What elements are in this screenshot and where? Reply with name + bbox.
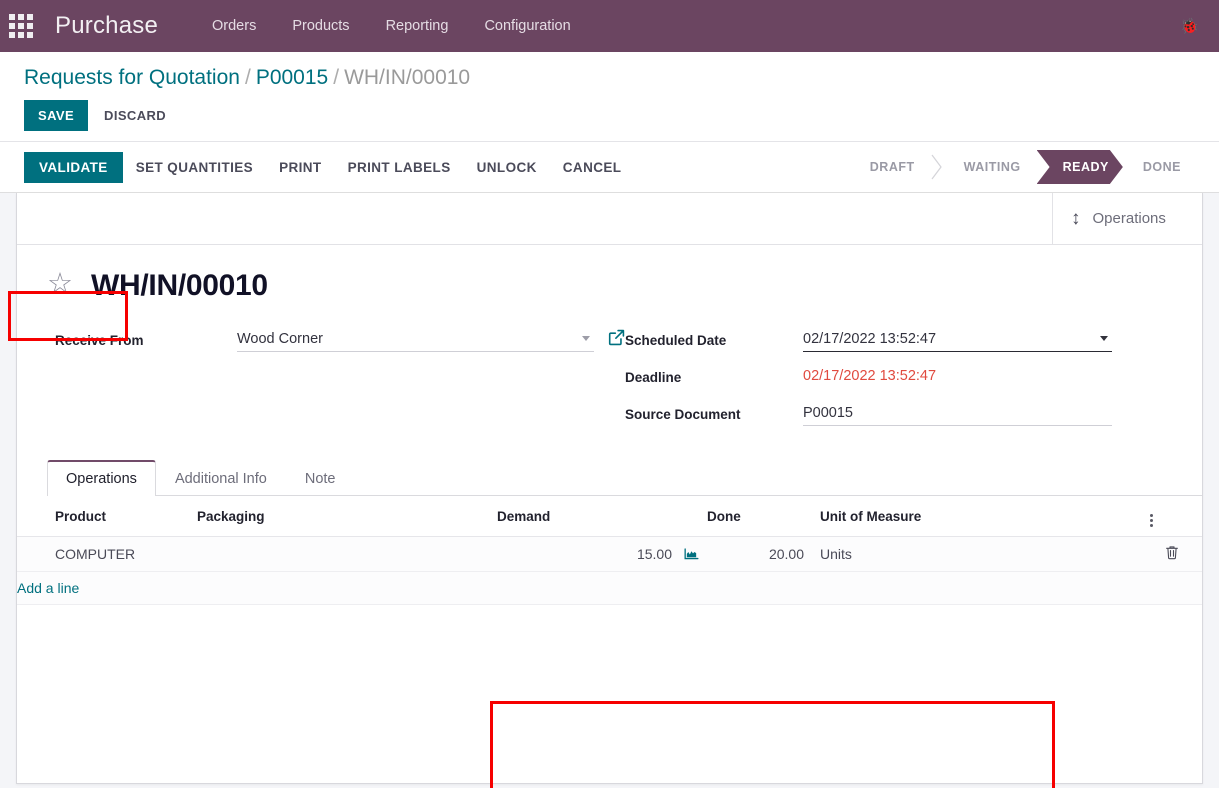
demand-value: 15.00 (636, 546, 672, 562)
add-a-line-link[interactable]: Add a line (17, 580, 79, 596)
page-title: WH/IN/00010 (91, 269, 268, 302)
cancel-button[interactable]: CANCEL (550, 152, 635, 183)
form-fields: Receive From Wood Corner Scheduled Date … (17, 307, 1202, 440)
table-header-row: Product Packaging Demand Done Unit of Me… (17, 496, 1202, 537)
scheduled-date-input[interactable] (803, 329, 1112, 352)
star-outline-icon[interactable]: ☆ (47, 269, 73, 299)
stat-button-operations[interactable]: ↕ Operations (1052, 193, 1202, 244)
field-label-deadline: Deadline (625, 370, 682, 385)
field-label-receive-from: Receive From (55, 333, 144, 348)
trash-icon[interactable] (1165, 546, 1179, 563)
form-sheet: ↕ Operations ☆ WH/IN/00010 Receive From (16, 193, 1203, 788)
field-label-source-document: Source Document (625, 407, 741, 422)
form-sheet-container: ↕ Operations ☆ WH/IN/00010 Receive From (0, 193, 1219, 788)
tab-additional-info[interactable]: Additional Info (156, 460, 286, 496)
navbar-right-group: 🐞 (1180, 19, 1205, 34)
column-header-done[interactable]: Done (707, 496, 812, 537)
column-header-unit-of-measure[interactable]: Unit of Measure (812, 496, 1150, 537)
source-document-input[interactable] (803, 403, 1112, 426)
status-ready[interactable]: READY (1037, 150, 1123, 184)
cell-product[interactable]: COMPUTER (17, 536, 197, 572)
save-button[interactable]: SAVE (24, 100, 89, 131)
action-button-bar: VALIDATE SET QUANTITIES PRINT PRINT LABE… (0, 141, 1219, 341)
field-deadline: Deadline 02/17/2022 13:52:47 (625, 366, 1112, 392)
apps-grid-glyph (9, 14, 33, 38)
breadcrumb-item-requests-for-quotation[interactable]: Requests for Quotation (24, 66, 240, 89)
add-line-cell[interactable]: Add a line (17, 571, 1202, 605)
nav-menu-configuration[interactable]: Configuration (466, 0, 588, 52)
notebook: Operations Additional Info Note Product … (17, 460, 1202, 605)
tab-operations[interactable]: Operations (47, 460, 156, 496)
top-navbar: Purchase Orders Products Reporting Confi… (0, 0, 1219, 52)
table-row[interactable]: COMPUTER 15.00 20.00 Units (17, 536, 1202, 572)
unlock-button[interactable]: UNLOCK (464, 152, 550, 183)
nav-menu-orders[interactable]: Orders (194, 0, 274, 52)
vertical-dots-icon[interactable] (1150, 514, 1153, 527)
tab-note[interactable]: Note (286, 460, 355, 496)
set-quantities-button[interactable]: SET QUANTITIES (123, 152, 266, 183)
apps-grid-icon[interactable] (0, 0, 42, 52)
breadcrumb-current-record: WH/IN/00010 (344, 66, 471, 89)
arrows-up-down-icon: ↕ (1071, 208, 1081, 229)
add-line-row[interactable]: Add a line (17, 571, 1202, 605)
deadline-value: 02/17/2022 13:52:47 (803, 368, 937, 384)
notebook-tabs: Operations Additional Info Note (47, 460, 1202, 496)
breadcrumb-separator-1: / (244, 66, 251, 89)
external-link-icon[interactable] (608, 329, 625, 351)
column-header-packaging[interactable]: Packaging (197, 496, 497, 537)
stat-button-box: ↕ Operations (17, 193, 1202, 245)
form-column-left: Receive From (55, 329, 625, 440)
cell-demand[interactable]: 15.00 (497, 536, 707, 572)
cell-packaging[interactable] (197, 536, 497, 572)
field-value-source-document (803, 403, 1112, 426)
status-waiting[interactable]: WAITING (944, 150, 1037, 184)
status-done[interactable]: DONE (1123, 150, 1197, 184)
validate-button[interactable]: VALIDATE (24, 151, 123, 183)
breadcrumb-separator-2: / (333, 66, 340, 89)
field-scheduled-date: Scheduled Date (625, 329, 1112, 355)
operations-lines: Product Packaging Demand Done Unit of Me… (17, 496, 1202, 605)
breadcrumb: Requests for Quotation / P00015/WH/IN/0001… (0, 52, 1219, 94)
status-chevron-1 (931, 150, 944, 184)
app-brand-title[interactable]: Purchase (55, 12, 158, 40)
status-bar: DRAFT WAITING READY DONE (850, 150, 1219, 184)
status-draft[interactable]: DRAFT (850, 150, 931, 184)
cell-done[interactable]: 20.00 (707, 536, 812, 572)
column-header-product[interactable]: Product (17, 496, 197, 537)
demand-value-group: 15.00 (497, 546, 699, 562)
bug-icon[interactable]: 🐞 (1180, 19, 1199, 34)
forecast-chart-icon[interactable] (684, 547, 699, 561)
demand-done-columns-highlight (490, 701, 1055, 788)
print-labels-button[interactable]: PRINT LABELS (335, 152, 464, 183)
discard-button[interactable]: DISCARD (88, 100, 182, 131)
nav-menu-products[interactable]: Products (274, 0, 367, 52)
cell-unit-of-measure[interactable]: Units (812, 536, 1150, 572)
field-source-document: Source Document (625, 403, 1112, 429)
field-label-scheduled-date: Scheduled Date (625, 333, 727, 348)
nav-menu-reporting[interactable]: Reporting (368, 0, 467, 52)
edit-controls: SAVE DISCARD (0, 94, 1219, 141)
form-column-right: Scheduled Date Deadline 02/17/2022 13:52… (625, 329, 1202, 440)
record-title-row: ☆ WH/IN/00010 (17, 245, 1202, 307)
receive-from-input[interactable] (237, 329, 594, 352)
print-button[interactable]: PRINT (266, 152, 335, 183)
cell-delete[interactable] (1150, 536, 1202, 572)
field-value-receive-from (237, 329, 625, 352)
field-value-deadline: 02/17/2022 13:52:47 (803, 366, 1112, 388)
control-panel: Requests for Quotation / P00015/WH/IN/0001… (0, 52, 1219, 141)
field-value-scheduled-date (803, 329, 1112, 352)
breadcrumb-item-p00015[interactable]: P00015 (256, 66, 328, 89)
field-receive-from: Receive From (55, 329, 625, 355)
stat-button-label: Operations (1092, 210, 1166, 227)
stock-move-table: Product Packaging Demand Done Unit of Me… (17, 496, 1202, 605)
optional-columns-toggle[interactable] (1150, 496, 1202, 537)
column-header-demand[interactable]: Demand (497, 496, 707, 537)
